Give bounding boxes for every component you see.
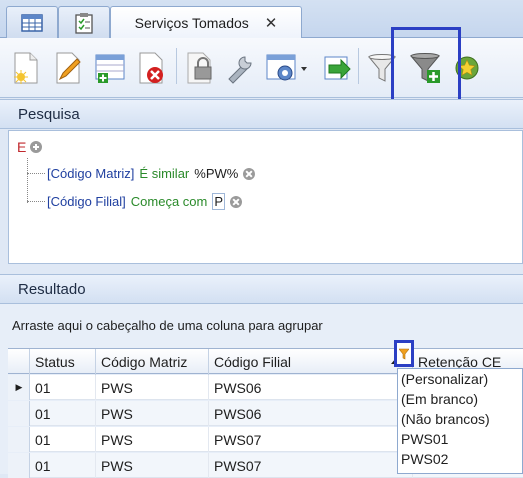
tree-connector — [27, 201, 45, 202]
new-document-icon — [14, 52, 38, 84]
cell-codigo-matriz[interactable]: PWS — [96, 453, 209, 478]
remove-condition-icon[interactable] — [230, 195, 243, 208]
filter-editor[interactable]: E [Código Matriz] É similar %PW% [Código… — [8, 130, 523, 264]
filter-option[interactable]: PWS01 — [398, 429, 522, 449]
toolbar-separator — [358, 48, 359, 84]
lock-icon — [187, 52, 212, 84]
checklist-icon — [75, 13, 93, 34]
export-button[interactable] — [320, 48, 356, 88]
condition-value[interactable]: %PW% — [194, 166, 238, 181]
cell-codigo-filial[interactable]: PWS06 — [209, 401, 413, 426]
group-by-hint[interactable]: Arraste aqui o cabeçalho de uma coluna p… — [12, 318, 323, 333]
column-header-status[interactable]: Status — [30, 349, 96, 375]
row-indicator-header — [8, 349, 30, 375]
favorite-button[interactable] — [452, 48, 482, 88]
search-panel-title: Pesquisa — [18, 105, 80, 123]
edit-pencil-icon — [56, 52, 81, 84]
column-filter-button[interactable] — [394, 340, 414, 367]
filter-icon — [367, 54, 397, 82]
lock-button[interactable] — [182, 48, 218, 88]
new-button[interactable] — [8, 48, 44, 88]
toolbar — [0, 38, 523, 98]
add-record-icon — [95, 54, 125, 83]
column-header-codigo-filial[interactable]: Código Filial — [209, 349, 413, 375]
export-icon — [324, 56, 351, 80]
tab-checklist[interactable] — [58, 6, 110, 39]
tools-icon — [228, 56, 252, 84]
filter-option[interactable]: (Em branco) — [398, 389, 522, 409]
result-panel-title: Resultado — [18, 280, 86, 298]
condition-operator[interactable]: É similar — [139, 166, 189, 181]
cell-codigo-matriz[interactable]: PWS — [96, 401, 209, 426]
row-indicator — [8, 453, 30, 478]
condition-field[interactable]: [Código Filial] — [47, 194, 126, 209]
tab-servicos-tomados[interactable]: Serviços Tomados ✕ — [110, 6, 302, 39]
cell-status[interactable]: 01 — [30, 375, 96, 400]
edit-button[interactable] — [50, 48, 86, 88]
funnel-filter-icon — [399, 348, 409, 359]
filter-button[interactable] — [364, 48, 400, 88]
add-record-button[interactable] — [92, 48, 128, 88]
add-condition-icon[interactable] — [30, 141, 43, 153]
cell-status[interactable]: 01 — [30, 453, 96, 478]
settings-dropdown-button[interactable] — [264, 48, 310, 88]
grid-icon — [21, 14, 43, 32]
cell-codigo-matriz[interactable]: PWS — [96, 375, 209, 400]
row-indicator — [8, 401, 30, 426]
filter-option[interactable]: PWS02 — [398, 449, 522, 469]
settings-dropdown-icon — [266, 54, 307, 81]
tab-grid[interactable] — [6, 6, 58, 39]
group-operator[interactable]: E — [17, 139, 26, 155]
condition-field[interactable]: [Código Matriz] — [47, 166, 134, 181]
filter-condition: [Código Matriz] É similar %PW% — [27, 166, 256, 181]
result-panel-header[interactable]: Resultado — [0, 274, 523, 304]
filter-condition: [Código Filial] Começa com P — [27, 193, 243, 210]
tab-strip: Serviços Tomados ✕ — [0, 0, 523, 39]
filter-option[interactable]: (Não brancos) — [398, 409, 522, 429]
remove-condition-icon[interactable] — [243, 167, 256, 180]
cell-status[interactable]: 01 — [30, 427, 96, 452]
condition-operator[interactable]: Começa com — [131, 194, 208, 209]
tools-button[interactable] — [222, 48, 258, 88]
cell-status[interactable]: 01 — [30, 401, 96, 426]
search-panel-header[interactable]: Pesquisa — [0, 99, 523, 129]
row-indicator — [8, 427, 30, 452]
tree-connector — [27, 173, 45, 174]
tab-label: Serviços Tomados — [134, 15, 249, 31]
cell-codigo-filial[interactable]: PWS07 — [209, 453, 413, 478]
delete-button[interactable] — [134, 48, 170, 88]
cell-codigo-filial[interactable]: PWS06 — [209, 375, 413, 400]
cell-codigo-matriz[interactable]: PWS — [96, 427, 209, 452]
cell-codigo-filial[interactable]: PWS07 — [209, 427, 413, 452]
condition-value-input[interactable]: P — [212, 193, 226, 210]
current-row-icon: ▶ — [15, 382, 23, 392]
close-icon[interactable]: ✕ — [265, 14, 278, 32]
column-filter-dropdown: (Personalizar) (Em branco) (Não brancos)… — [397, 368, 523, 474]
delete-icon — [139, 52, 163, 84]
toolbar-separator — [176, 48, 177, 84]
filter-root: E — [17, 139, 43, 155]
filter-option[interactable]: (Personalizar) — [398, 369, 522, 389]
favorite-star-icon — [455, 56, 479, 80]
column-header-codigo-matriz[interactable]: Código Matriz — [96, 349, 209, 375]
filter-add-icon — [409, 53, 441, 83]
add-filter-button[interactable] — [408, 48, 444, 88]
